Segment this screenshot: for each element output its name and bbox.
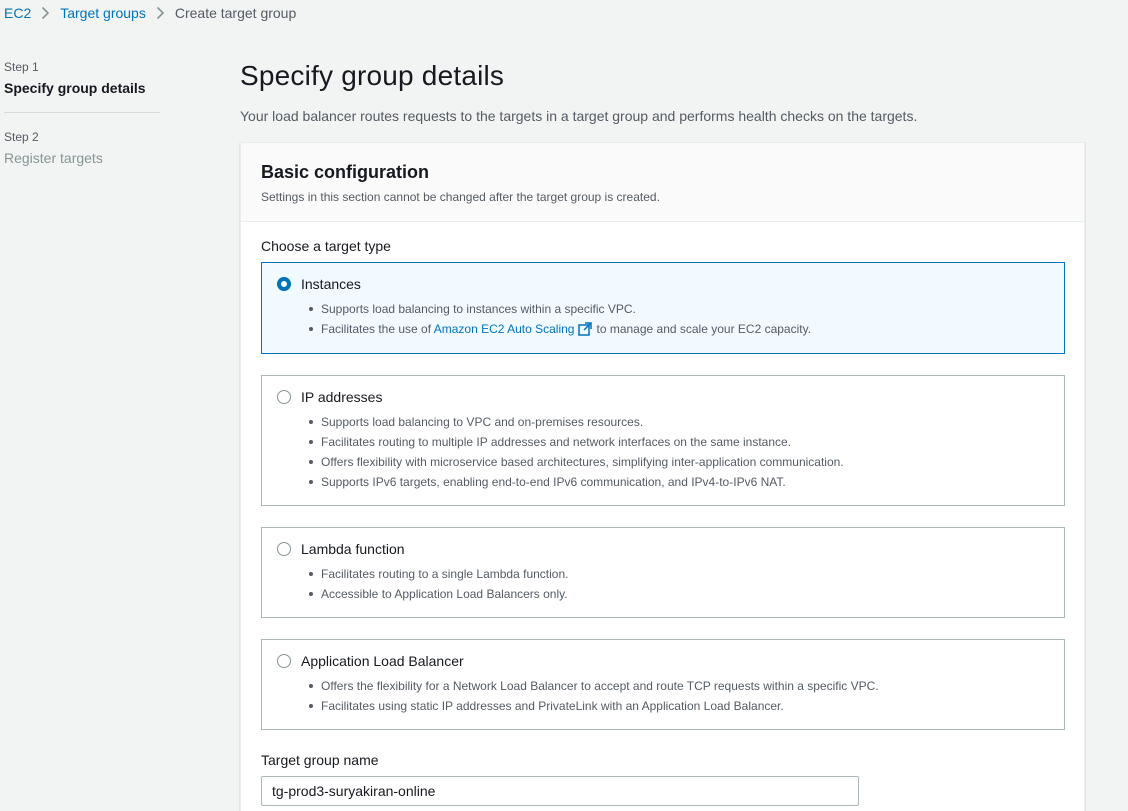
- step-1-number: Step 1: [4, 60, 39, 74]
- bullet-suffix: to manage and scale your EC2 capacity.: [596, 322, 812, 336]
- ip-addresses-label: IP addresses: [301, 389, 383, 405]
- external-link-icon[interactable]: [578, 322, 593, 336]
- target-type-ip-addresses-tile[interactable]: IP addresses Supports load balancing to …: [261, 375, 1065, 506]
- list-item: Supports IPv6 targets, enabling end-to-e…: [305, 472, 1049, 492]
- instances-bullets: Supports load balancing to instances wit…: [305, 299, 1049, 339]
- ip-addresses-radio[interactable]: [277, 390, 291, 404]
- step-divider: [4, 112, 160, 113]
- breadcrumb: EC2 Target groups Create target group: [4, 5, 296, 21]
- chevron-right-icon: [156, 6, 165, 20]
- wizard-steps: Step 1 Specify group details Step 2 Regi…: [4, 60, 160, 166]
- instances-label: Instances: [301, 276, 361, 292]
- list-item: Facilitates the use of Amazon EC2 Auto S…: [305, 319, 1049, 339]
- target-group-name-input[interactable]: [261, 776, 859, 806]
- list-item: Supports load balancing to instances wit…: [305, 299, 1049, 319]
- target-type-lambda-tile[interactable]: Lambda function Facilitates routing to a…: [261, 527, 1065, 618]
- alb-bullets: Offers the flexibility for a Network Loa…: [305, 676, 1049, 716]
- list-item: Supports load balancing to VPC and on-pr…: [305, 412, 1049, 432]
- step-1-title: Specify group details: [4, 80, 146, 96]
- list-item: Offers the flexibility for a Network Loa…: [305, 676, 1049, 696]
- lambda-bullets: Facilitates routing to a single Lambda f…: [305, 564, 1049, 604]
- lambda-radio[interactable]: [277, 542, 291, 556]
- lambda-label: Lambda function: [301, 541, 405, 557]
- bullet-prefix: Facilitates the use of: [321, 322, 432, 336]
- step-2-title: Register targets: [4, 150, 103, 166]
- alb-radio[interactable]: [277, 654, 291, 668]
- list-item: Accessible to Application Load Balancers…: [305, 584, 1049, 604]
- page-title: Specify group details: [240, 60, 505, 91]
- panel-description: Settings in this section cannot be chang…: [261, 190, 660, 204]
- breadcrumb-current: Create target group: [174, 5, 297, 21]
- ip-addresses-bullets: Supports load balancing to VPC and on-pr…: [305, 412, 1049, 492]
- target-group-name-label: Target group name: [261, 752, 379, 768]
- step-1: Step 1 Specify group details: [4, 60, 160, 96]
- panel-title: Basic configuration: [261, 162, 430, 182]
- instances-radio[interactable]: [277, 277, 291, 291]
- step-2: Step 2 Register targets: [4, 130, 160, 166]
- alb-label: Application Load Balancer: [301, 653, 464, 669]
- chevron-right-icon: [41, 6, 50, 20]
- target-type-label: Choose a target type: [261, 238, 391, 254]
- panel-header: Basic configuration Settings in this sec…: [241, 143, 1084, 222]
- step-2-number: Step 2: [4, 130, 39, 144]
- ec2-auto-scaling-link[interactable]: Amazon EC2 Auto Scaling: [434, 322, 575, 336]
- breadcrumb-target-groups-link[interactable]: Target groups: [60, 5, 146, 21]
- basic-configuration-panel: Basic configuration Settings in this sec…: [240, 142, 1085, 811]
- target-type-alb-tile[interactable]: Application Load Balancer Offers the fle…: [261, 639, 1065, 730]
- list-item: Facilitates routing to multiple IP addre…: [305, 432, 1049, 452]
- list-item: Facilitates using static IP addresses an…: [305, 696, 1049, 716]
- list-item: Facilitates routing to a single Lambda f…: [305, 564, 1049, 584]
- target-type-instances-tile[interactable]: Instances Supports load balancing to ins…: [261, 262, 1065, 354]
- list-item: Offers flexibility with microservice bas…: [305, 452, 1049, 472]
- breadcrumb-ec2-link[interactable]: EC2: [4, 5, 31, 21]
- page-description: Your load balancer routes requests to th…: [240, 108, 918, 124]
